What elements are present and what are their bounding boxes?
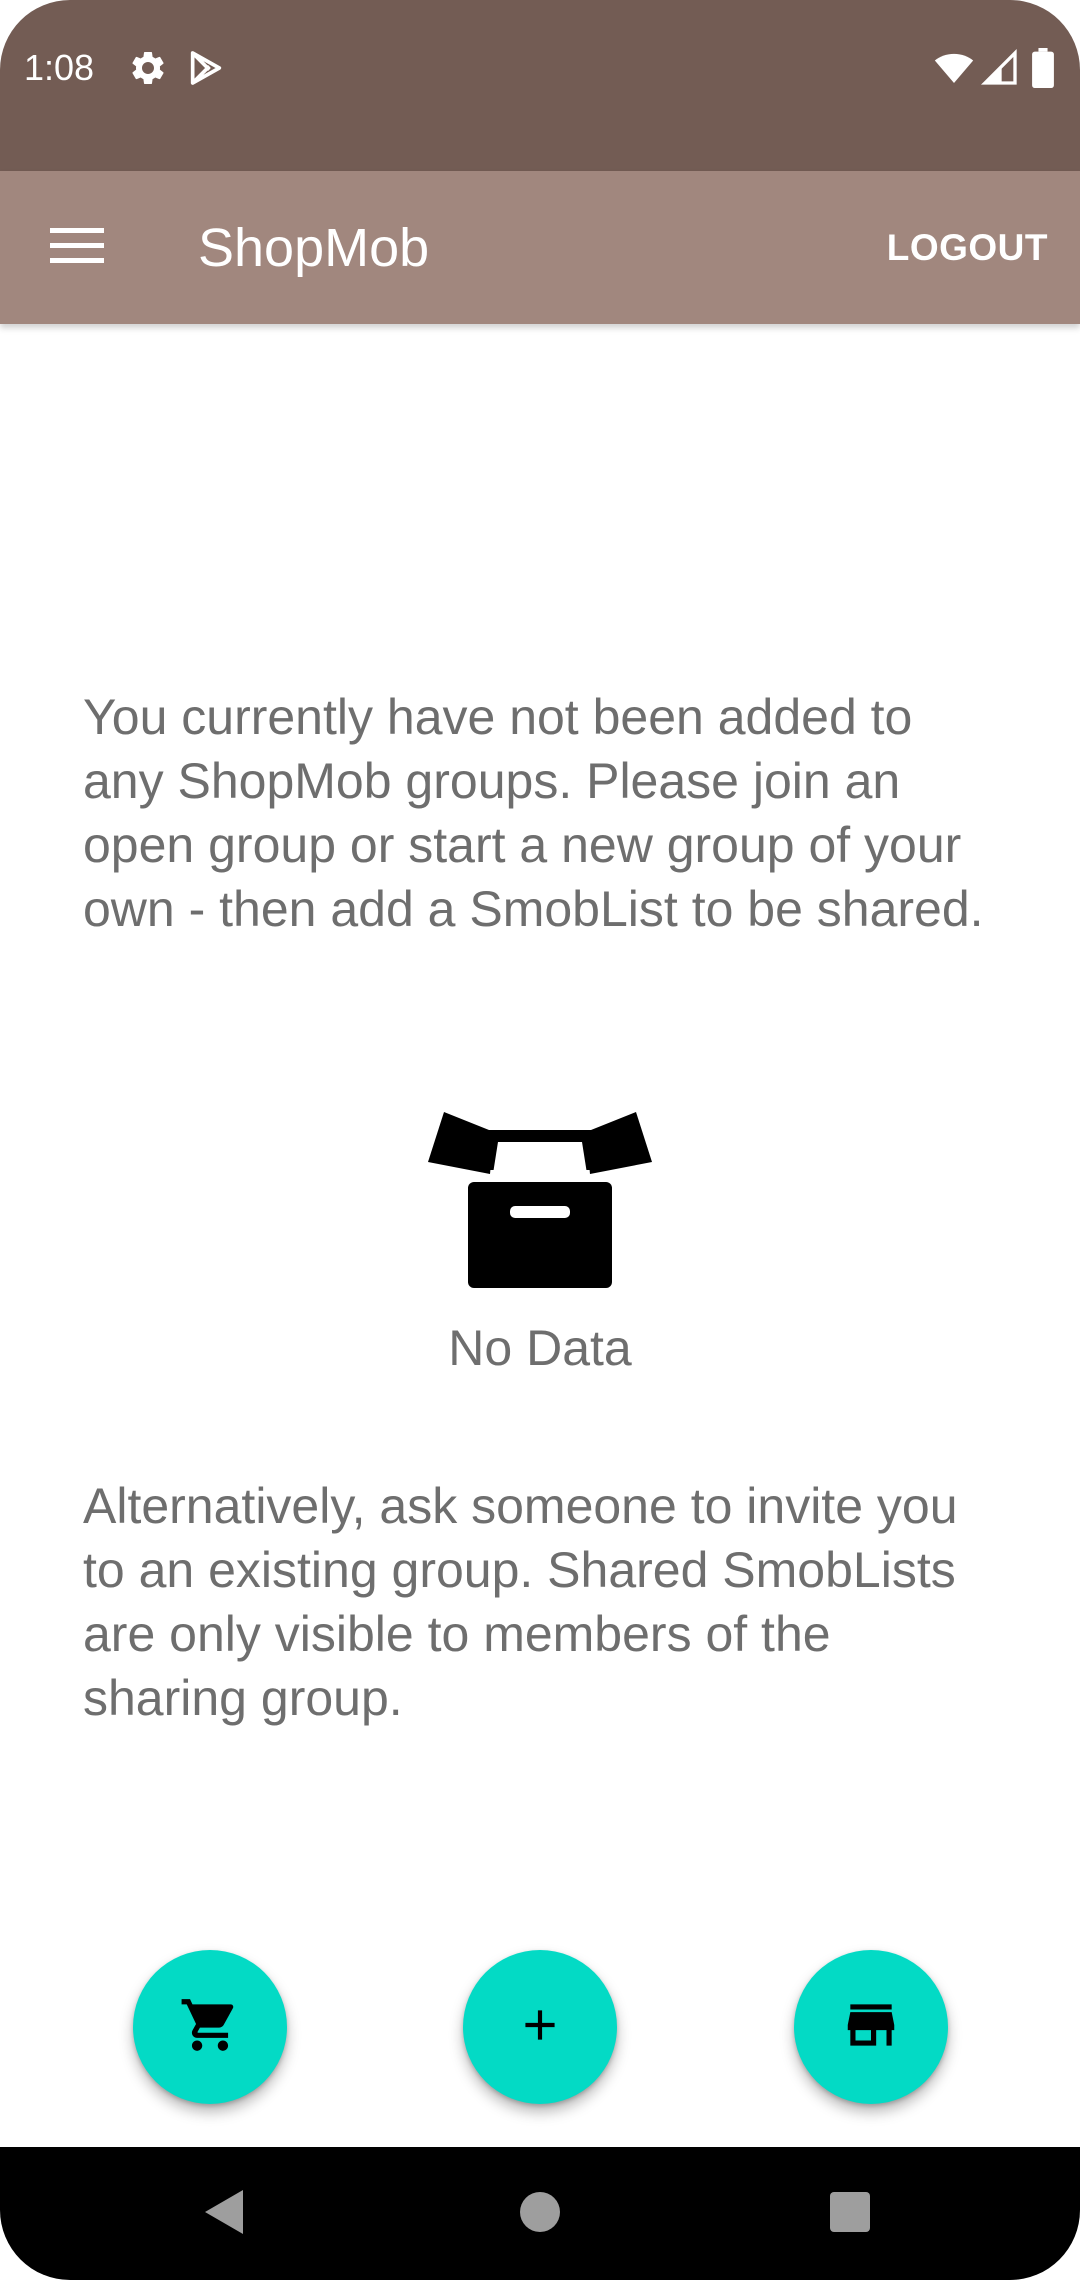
battery-icon: [1030, 48, 1056, 88]
navigation-bar: [0, 2147, 1080, 2280]
home-button[interactable]: [495, 2169, 585, 2259]
app-bar: ShopMob LOGOUT: [0, 171, 1080, 324]
store-fab[interactable]: [794, 1950, 948, 2104]
gear-icon: [128, 48, 168, 88]
empty-state-label: No Data: [448, 1320, 632, 1376]
play-store-icon: [186, 48, 226, 88]
logout-button[interactable]: LOGOUT: [887, 217, 1048, 279]
shopping-cart-fab[interactable]: [133, 1950, 287, 2104]
intro-message: You currently have not been added to any…: [83, 689, 984, 937]
status-time: 1:08: [24, 47, 95, 88]
shopping-cart-icon: [179, 1994, 241, 2061]
open-box-icon: [428, 1112, 652, 1288]
menu-button[interactable]: [30, 201, 124, 295]
add-icon: [515, 2000, 565, 2055]
back-button[interactable]: [180, 2169, 270, 2259]
app-screen: 1:08 ShopMob LOGOUT You currently have n…: [0, 0, 1080, 2280]
recents-icon: [829, 2191, 871, 2238]
home-icon: [519, 2191, 561, 2238]
store-icon: [840, 1994, 902, 2061]
add-fab[interactable]: [463, 1950, 617, 2104]
recents-button[interactable]: [805, 2169, 895, 2259]
signal-icon: [980, 48, 1020, 88]
status-bar: 1:08: [0, 0, 1080, 171]
hamburger-menu-icon: [50, 226, 104, 271]
alternative-message: Alternatively, ask someone to invite you…: [83, 1478, 958, 1726]
wifi-icon: [934, 48, 974, 88]
app-title: ShopMob: [198, 218, 430, 278]
back-icon: [203, 2188, 247, 2241]
